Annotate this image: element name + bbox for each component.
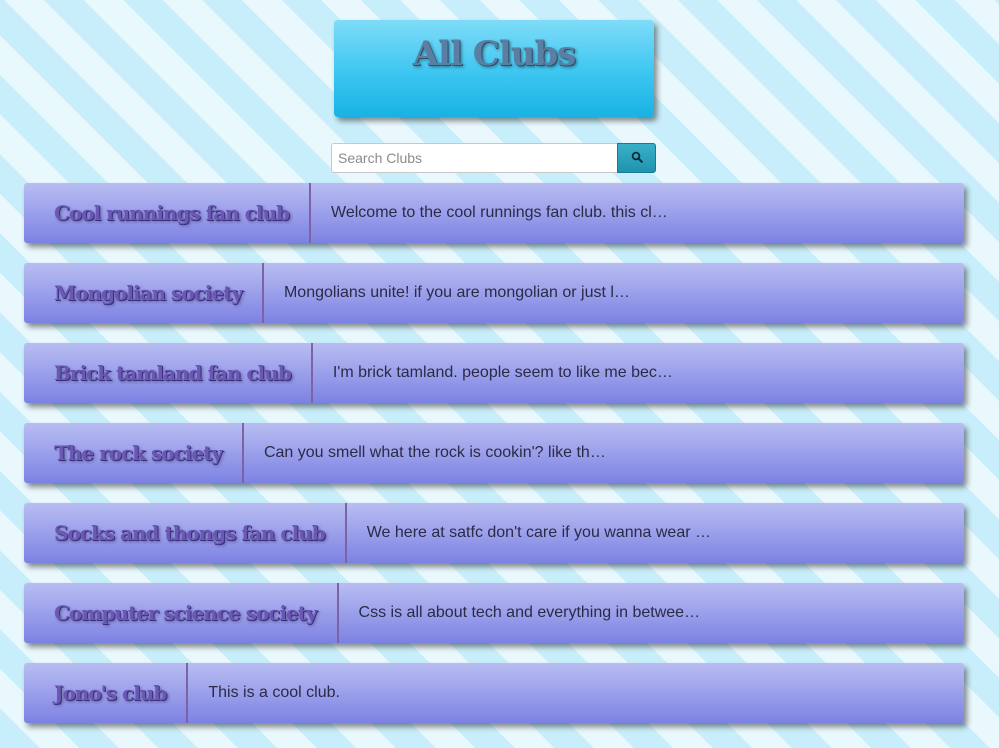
club-name: Socks and thongs fan club: [24, 503, 347, 563]
club-description: Mongolians unite! if you are mongolian o…: [283, 284, 630, 301]
club-card[interactable]: Mongolian society Mongolians unite! if y…: [24, 263, 964, 323]
search-input[interactable]: [331, 143, 617, 173]
club-name: Jono's club: [24, 663, 189, 723]
club-card[interactable]: Computer science society Css is all abou…: [24, 583, 964, 643]
club-card[interactable]: Socks and thongs fan club We here at sat…: [24, 503, 964, 563]
club-name: The rock society: [24, 423, 244, 483]
club-description: Css is all about tech and everything in …: [358, 604, 701, 621]
club-name: Computer science society: [24, 583, 339, 643]
club-description: Can you smell what the rock is cookin'? …: [263, 444, 606, 461]
page-header: All Clubs: [334, 20, 654, 117]
club-card[interactable]: Cool runnings fan club Welcome to the co…: [24, 183, 964, 243]
club-card[interactable]: The rock society Can you smell what the …: [24, 423, 964, 483]
club-name: Mongolian society: [24, 263, 264, 323]
search-button[interactable]: [617, 143, 656, 173]
page-title: All Clubs: [412, 34, 577, 75]
search-bar: [331, 143, 656, 173]
search-icon: [631, 151, 643, 166]
club-description: I'm brick tamland. people seem to like m…: [332, 364, 673, 381]
club-description: We here at satfc don't care if you wanna…: [366, 524, 711, 541]
club-description: This is a cool club.: [208, 684, 340, 701]
club-list: Cool runnings fan club Welcome to the co…: [24, 183, 964, 743]
club-name: Cool runnings fan club: [24, 183, 312, 243]
club-card[interactable]: Brick tamland fan club I'm brick tamland…: [24, 343, 964, 403]
club-card[interactable]: Jono's club This is a cool club.: [24, 663, 964, 723]
club-description: Welcome to the cool runnings fan club. t…: [331, 204, 668, 221]
club-name: Brick tamland fan club: [24, 343, 313, 403]
